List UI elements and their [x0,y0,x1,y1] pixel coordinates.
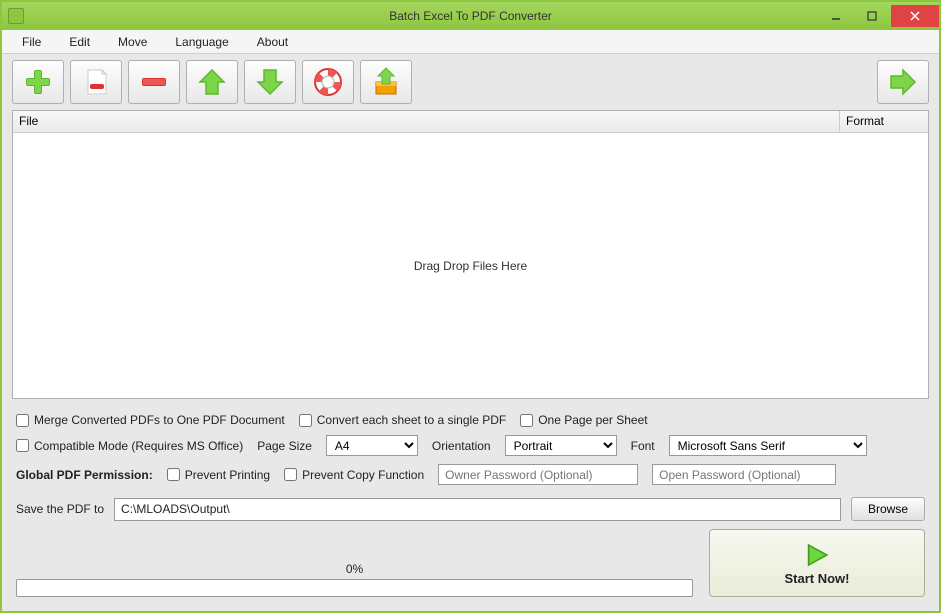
file-list-panel: File Format Drag Drop Files Here [12,110,929,399]
close-button[interactable] [891,5,939,27]
merge-pdfs-checkbox[interactable] [16,414,29,427]
column-format[interactable]: Format [840,111,928,132]
orientation-label: Orientation [432,439,491,453]
owner-password-input[interactable] [438,464,638,485]
move-down-button[interactable] [244,60,296,104]
prevent-printing-checkbox[interactable] [167,468,180,481]
minus-icon [138,66,170,98]
page-size-select[interactable]: A4 [326,435,418,456]
open-password-input[interactable] [652,464,836,485]
app-icon [8,8,24,24]
permission-label: Global PDF Permission: [16,468,153,482]
save-label: Save the PDF to [16,502,104,516]
menu-language[interactable]: Language [163,32,240,52]
maximize-button[interactable] [855,5,889,27]
one-page-per-sheet-checkbox[interactable] [520,414,533,427]
upgrade-button[interactable] [360,60,412,104]
titlebar: Batch Excel To PDF Converter [2,2,939,30]
window-title: Batch Excel To PDF Converter [389,9,552,23]
compatible-mode-checkbox[interactable] [16,439,29,452]
page-size-label: Page Size [257,439,312,453]
help-button[interactable] [302,60,354,104]
convert-each-sheet-label: Convert each sheet to a single PDF [317,413,506,427]
minimize-button[interactable] [819,5,853,27]
start-button-label: Start Now! [785,571,850,586]
menu-about[interactable]: About [245,32,300,52]
arrow-right-icon [887,66,919,98]
prevent-copy-checkbox[interactable] [284,468,297,481]
progress-text: 0% [16,562,693,576]
font-select[interactable]: Microsoft Sans Serif [669,435,867,456]
prevent-copy-label: Prevent Copy Function [302,468,424,482]
one-page-per-sheet-label: One Page per Sheet [538,413,647,427]
lifebuoy-icon [312,66,344,98]
move-up-button[interactable] [186,60,238,104]
drop-zone[interactable]: Drag Drop Files Here [13,133,928,398]
start-button[interactable]: Start Now! [709,529,925,597]
menu-edit[interactable]: Edit [57,32,102,52]
convert-each-sheet-checkbox[interactable] [299,414,312,427]
menu-move[interactable]: Move [106,32,159,52]
play-icon [803,541,831,569]
font-label: Font [631,439,655,453]
menubar: File Edit Move Language About [2,30,939,54]
arrow-down-icon [254,66,286,98]
compatible-mode-label: Compatible Mode (Requires MS Office) [34,439,243,453]
next-button[interactable] [877,60,929,104]
save-path-input[interactable] [114,498,841,521]
prevent-printing-label: Prevent Printing [185,468,270,482]
arrow-up-icon [196,66,228,98]
remove-file-button[interactable] [70,60,122,104]
add-file-button[interactable] [12,60,64,104]
toolbar [2,54,939,110]
merge-pdfs-label: Merge Converted PDFs to One PDF Document [34,413,285,427]
plus-icon [22,66,54,98]
remove-all-button[interactable] [128,60,180,104]
orientation-select[interactable]: Portrait [505,435,617,456]
column-file[interactable]: File [13,111,840,132]
minus-page-icon [80,66,112,98]
progress-bar [16,579,693,597]
box-arrow-up-icon [370,66,402,98]
menu-file[interactable]: File [10,32,53,52]
browse-button[interactable]: Browse [851,497,925,521]
file-list-header: File Format [13,111,928,133]
